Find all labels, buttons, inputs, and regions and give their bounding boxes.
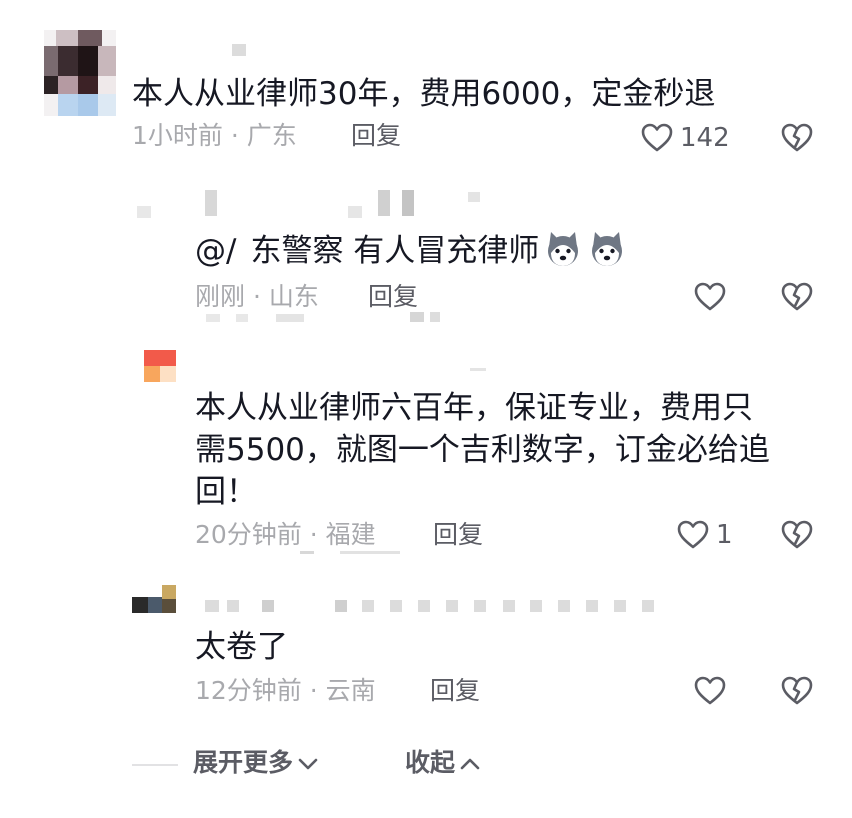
comment-main-text: 东警察 有人冒充律师 [250,233,540,269]
broken-heart-icon[interactable] [780,121,814,155]
comment-meta: 刚刚 · 山东 [195,282,319,311]
username-redacted[interactable] [470,368,486,371]
husky-dog-emoji [592,232,623,266]
heart-outline-icon[interactable] [693,674,727,708]
expand-more-label: 展开更多 [193,748,294,777]
avatar[interactable] [44,30,116,116]
comment-meta: 1小时前 · 广东 [132,121,297,150]
comment-text-line: 回！ [195,474,257,510]
heart-outline-icon[interactable] [693,280,727,314]
broken-heart-icon[interactable] [780,280,814,314]
mention-text[interactable]: @/ [195,233,236,269]
like-count: 1 [716,520,733,550]
broken-heart-icon[interactable] [780,674,814,708]
reply-button[interactable]: 回复 [351,121,401,151]
reply-button[interactable]: 回复 [433,520,483,550]
broken-heart-icon[interactable] [780,518,814,552]
username-redacted[interactable] [205,190,217,216]
chevron-down-icon [298,758,318,770]
comment-text-line: 本人从业律师六百年，保证专业，费用只 [195,390,753,426]
avatar[interactable] [132,585,176,613]
comment-text-line: 需5500，就图一个吉利数字，订金必给追 [195,432,770,468]
collapse-label: 收起 [405,748,456,777]
avatar[interactable] [144,350,176,382]
expand-more-button[interactable]: 展开更多 [193,748,319,778]
reply-button[interactable]: 回复 [430,676,480,706]
heart-outline-icon[interactable] [640,121,674,155]
heart-outline-icon[interactable] [676,518,710,552]
comment-text: 太卷了 [195,629,288,665]
avatar[interactable] [137,206,151,218]
chevron-up-icon [460,758,480,770]
collapse-button[interactable]: 收起 [405,748,481,778]
comment-meta: 12分钟前 · 云南 [195,676,376,705]
comment-meta: 20分钟前 · 福建 [195,520,376,549]
comment-text: 本人从业律师30年，费用6000，定金秒退 [132,76,716,112]
username-redacted[interactable] [232,44,246,56]
comment-text: @/ 东警察 有人冒充律师 [195,229,627,272]
like-count: 142 [680,123,730,153]
divider-line [132,764,178,766]
reply-button[interactable]: 回复 [368,282,418,312]
husky-dog-emoji [548,232,579,266]
